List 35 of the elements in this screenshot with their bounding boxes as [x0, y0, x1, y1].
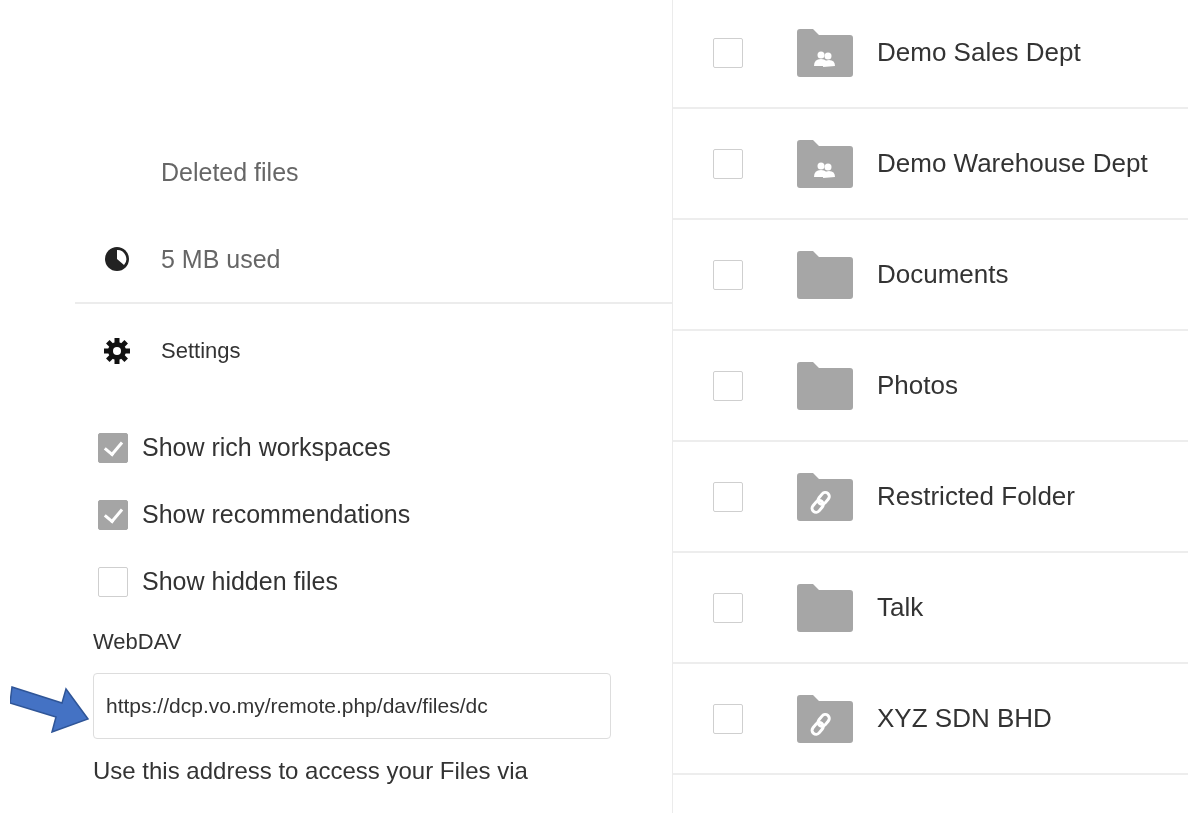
folder-icon: [797, 250, 853, 299]
checkbox[interactable]: [98, 566, 128, 597]
link-folder-icon: [797, 472, 853, 521]
file-name[interactable]: Demo Sales Dept: [877, 37, 1081, 68]
folder-icon: [797, 583, 853, 632]
webdav-url-field[interactable]: https://dcp.vo.my/remote.php/dav/files/dc: [93, 673, 611, 739]
checkbox[interactable]: [713, 37, 743, 68]
file-name[interactable]: Demo Warehouse Dept: [877, 148, 1148, 179]
checkbox[interactable]: [713, 148, 743, 179]
option-label: Show rich workspaces: [142, 433, 391, 462]
checkbox[interactable]: [713, 592, 743, 623]
shared-folder-icon: [797, 28, 853, 77]
shared-folder-icon: [797, 139, 853, 188]
quota-text: 5 MB used: [161, 244, 281, 274]
file-name[interactable]: XYZ SDN BHD: [877, 703, 1052, 734]
link-folder-icon: [797, 694, 853, 743]
help-text: Use this address to access your Files via: [93, 757, 529, 785]
checkbox[interactable]: [98, 499, 128, 530]
deleted-files-link[interactable]: Deleted files: [161, 157, 299, 187]
file-name[interactable]: Photos: [877, 370, 958, 401]
file-name[interactable]: Restricted Folder: [877, 481, 1075, 512]
pie-icon: [104, 246, 130, 272]
checkbox[interactable]: [713, 481, 743, 512]
webdav-label: WebDAV: [93, 629, 183, 655]
checkbox[interactable]: [713, 259, 743, 290]
folder-icon: [797, 361, 853, 410]
option-label: Show hidden files: [142, 567, 338, 596]
checkbox[interactable]: [713, 703, 743, 734]
option-label: Show recommendations: [142, 500, 411, 529]
settings-link[interactable]: Settings: [161, 338, 241, 364]
file-name[interactable]: Documents: [877, 259, 1009, 290]
checkbox[interactable]: [98, 432, 128, 463]
settings-icon: [104, 338, 130, 364]
file-name[interactable]: Talk: [877, 592, 924, 623]
checkbox[interactable]: [713, 370, 743, 401]
